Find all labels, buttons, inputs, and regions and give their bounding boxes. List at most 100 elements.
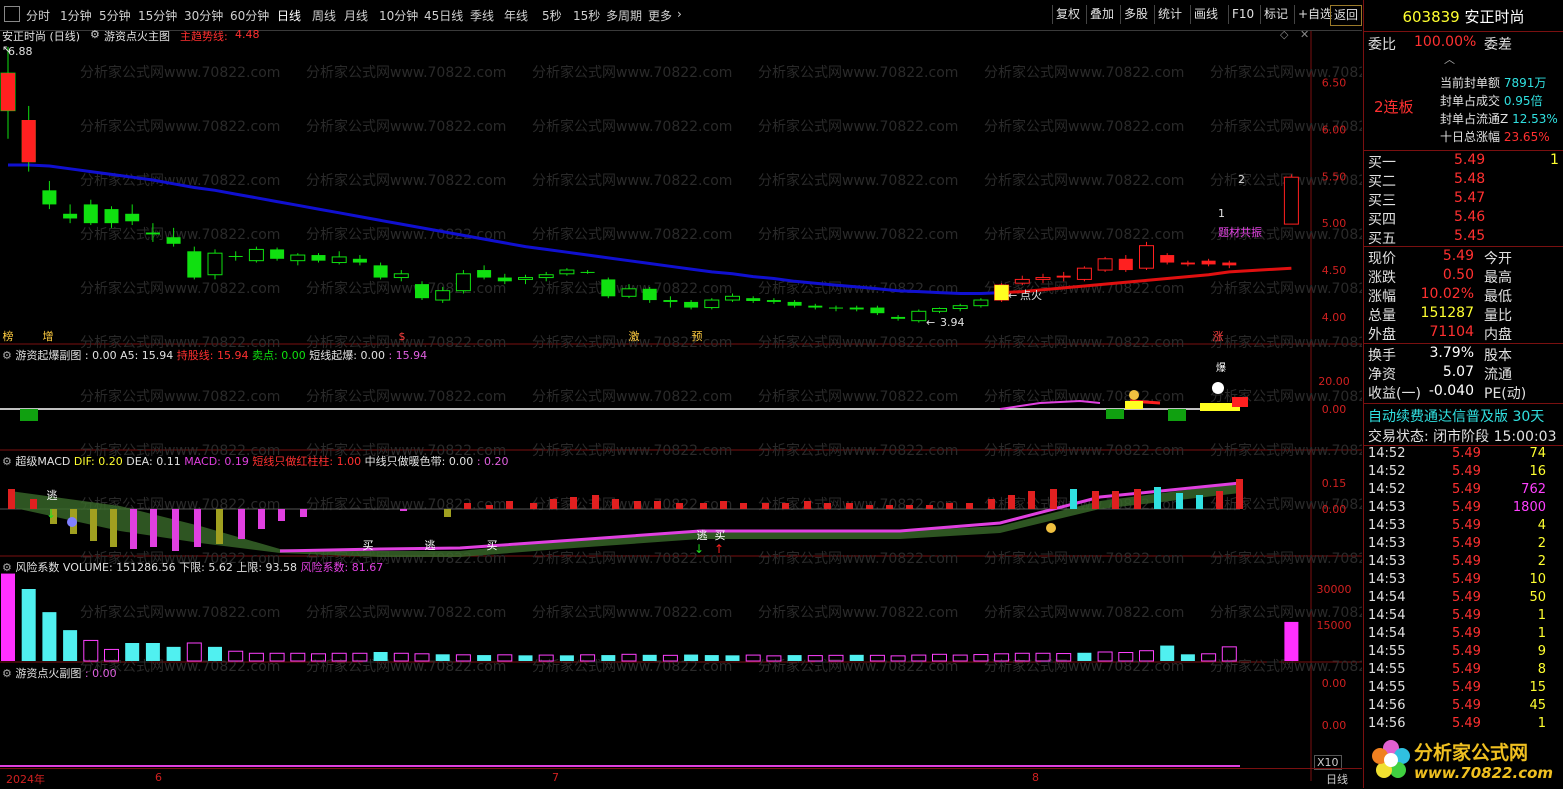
volume-bar <box>166 646 181 661</box>
period-tab[interactable]: 15秒 <box>573 7 600 24</box>
toolbar-button[interactable]: 叠加 <box>1086 5 1117 24</box>
macd-bar <box>1236 479 1243 509</box>
tick-volume: 15 <box>1529 680 1546 695</box>
watermark-text: 分析家公式网www.70822.com <box>984 442 1184 459</box>
candle-body <box>621 288 637 297</box>
close-icon[interactable]: ✕ <box>1300 28 1309 41</box>
stats-label: 换手 <box>1368 348 1396 364</box>
macd-bar <box>988 499 995 509</box>
chart-mark <box>1168 409 1186 421</box>
panel2-title: 游资起爆副图 : 0.00 <box>15 349 117 362</box>
volume-bar <box>435 654 450 661</box>
toolbar-button[interactable]: 多股 <box>1120 5 1151 24</box>
arrow-up-icon: ↑ <box>714 542 724 556</box>
toolbar-button[interactable]: 标记 <box>1260 5 1291 24</box>
period-tab[interactable]: 日线 <box>277 7 301 24</box>
watermark-text: 分析家公式网www.70822.com <box>306 388 506 405</box>
escape-label: 逃 <box>47 489 58 502</box>
gear-icon[interactable]: ⚙ <box>2 349 12 362</box>
money-bag-icon <box>1129 390 1139 400</box>
toolbar-button[interactable]: 画线 <box>1190 5 1221 24</box>
volume-bar <box>477 655 492 661</box>
quote-value: 151287 <box>1420 305 1474 321</box>
panel5-value: : 0.00 <box>84 667 117 680</box>
volume-bar <box>1180 654 1195 661</box>
candle-body <box>1201 260 1216 265</box>
period-tab[interactable]: 5分钟 <box>99 7 131 24</box>
period-tab[interactable]: 1分钟 <box>60 7 92 24</box>
macd-bar <box>1070 489 1077 509</box>
gear-icon[interactable]: ⚙ <box>90 28 100 41</box>
tick-price: 5.49 <box>1452 482 1481 497</box>
candle-body <box>1014 278 1030 284</box>
stock-title: 安正时尚 (日线) <box>2 30 81 43</box>
candle-body <box>21 120 36 163</box>
marquee-text[interactable]: 自动续费通达信普及版 30天 <box>1368 406 1562 426</box>
candle-body <box>1056 275 1071 278</box>
period-tab[interactable]: 季线 <box>470 7 494 24</box>
period-button[interactable]: 日线 <box>1326 771 1348 787</box>
bid-row[interactable]: 买一 5.49 1 <box>1368 152 1560 171</box>
period-tab[interactable]: 15分钟 <box>138 7 177 24</box>
chart-area[interactable]: 分析家公式网www.70822.com 分析家公式网www.70822.com 分析… <box>0 28 1362 781</box>
menu-icon[interactable] <box>4 6 20 22</box>
macd-bar <box>676 503 683 509</box>
period-tab[interactable]: 30分钟 <box>184 7 223 24</box>
bid-price: 5.46 <box>1454 209 1486 225</box>
panel2-title-row: ⚙ 游资起爆副图 : 0.00 A5: 15.94 持股线: 15.94 卖点:… <box>2 347 427 363</box>
diamond-icon[interactable]: ◇ <box>1280 28 1288 41</box>
gear-icon[interactable]: ⚙ <box>2 667 12 680</box>
toolbar-button[interactable]: F10 <box>1228 5 1257 24</box>
candle-body <box>766 300 781 302</box>
seal-label: 十日总涨幅 <box>1440 130 1501 144</box>
y-tick-label: 6.50 <box>1322 77 1347 90</box>
watermark-text: 分析家公式网www.70822.com <box>306 280 506 297</box>
chart-mark <box>1106 409 1124 419</box>
bid-row[interactable]: 买四 5.46 <box>1368 209 1560 228</box>
bid-row[interactable]: 买三 5.47 <box>1368 190 1560 209</box>
period-tab[interactable]: 周线 <box>312 7 336 24</box>
macd-bar <box>258 509 265 529</box>
chevron-right-icon[interactable]: › <box>677 7 682 21</box>
period-tab[interactable]: 10分钟 <box>379 7 418 24</box>
date-label: 6 <box>155 771 162 784</box>
period-tab[interactable]: 月线 <box>344 7 368 24</box>
watermark-text: 分析家公式网www.70822.com <box>306 172 506 189</box>
toolbar-button[interactable]: 复权 <box>1052 5 1083 24</box>
watermark-text: 分析家公式网www.70822.com <box>758 172 958 189</box>
candle-body <box>870 307 885 314</box>
period-tab[interactable]: 多周期 <box>606 7 642 24</box>
candle-body <box>63 213 78 219</box>
chevron-up-icon[interactable]: ︿ <box>1444 51 1455 67</box>
macd-bar <box>592 495 599 509</box>
volume-bar <box>704 655 719 661</box>
bid-row[interactable]: 买二 5.48 <box>1368 171 1560 190</box>
period-tab[interactable]: 60分钟 <box>230 7 269 24</box>
gear-icon[interactable]: ⚙ <box>2 561 12 574</box>
y-tick-label: 0.00 <box>1322 403 1347 416</box>
watermark-text: 分析家公式网www.70822.com <box>758 226 958 243</box>
macd-bar <box>654 501 661 509</box>
period-tab[interactable]: 更多 <box>648 7 672 24</box>
period-tab[interactable]: 年线 <box>504 7 528 24</box>
seal-row: 封单占成交 0.95倍 <box>1440 92 1560 109</box>
period-tab[interactable]: 5秒 <box>542 7 562 24</box>
toolbar-button[interactable]: +自选 <box>1294 5 1335 24</box>
toolbar-button[interactable]: 返回 <box>1330 5 1363 26</box>
seal-value: 12.53% <box>1512 112 1558 126</box>
toolbar-button[interactable]: 统计 <box>1154 5 1185 24</box>
bid-row[interactable]: 买五 5.45 <box>1368 228 1560 247</box>
candle-body <box>311 255 326 261</box>
macd-bar <box>1028 491 1035 509</box>
macd-bar <box>866 505 873 509</box>
bao-label: 爆 <box>1216 362 1226 374</box>
period-tab[interactable]: 45日线 <box>424 7 463 24</box>
stats-row: 净资 5.07 流通 <box>1368 364 1560 383</box>
macd-bar <box>1112 491 1119 509</box>
period-tab[interactable]: 分时 <box>26 7 50 24</box>
tick-time: 14:53 <box>1368 500 1406 515</box>
gear-icon[interactable]: ⚙ <box>2 455 12 468</box>
macd-bar <box>172 509 179 551</box>
ignite-candle <box>994 285 1009 301</box>
tick-row: 14:53 5.49 2 <box>1364 554 1562 572</box>
